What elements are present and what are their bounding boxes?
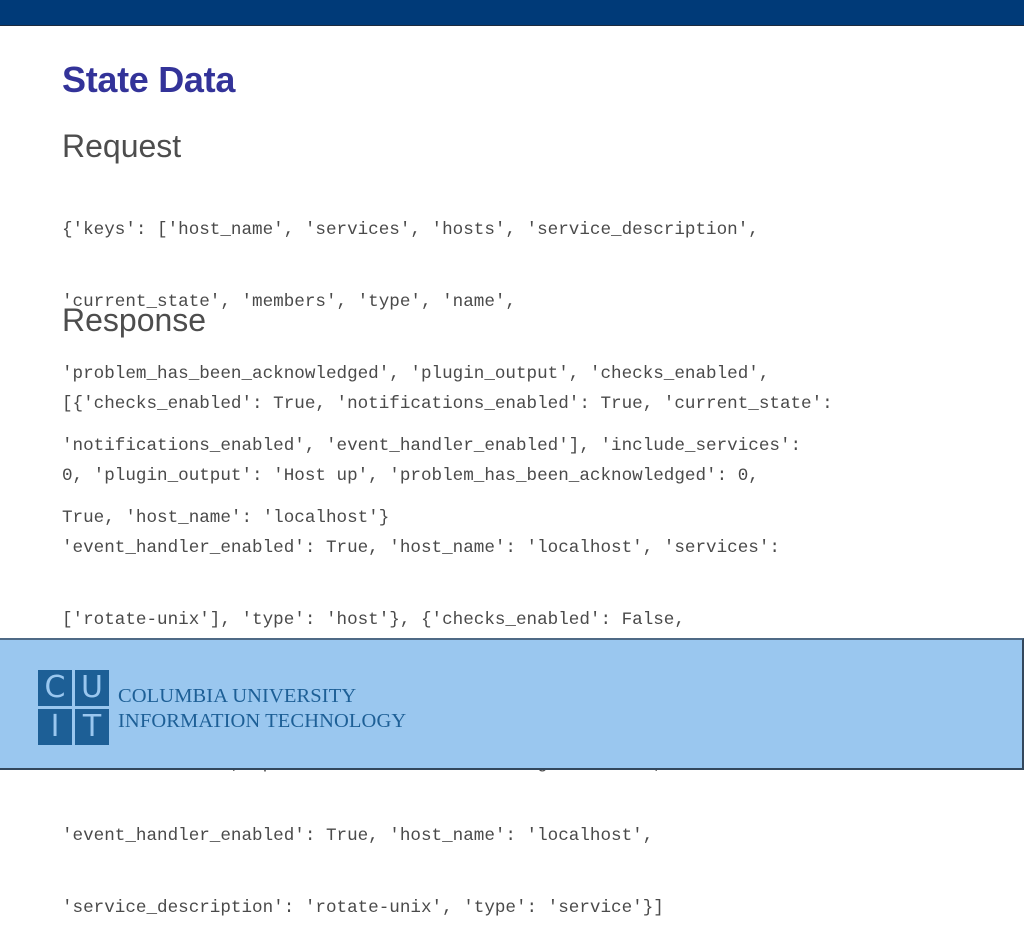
response-heading: Response (62, 302, 207, 338)
response-line: 0, 'plugin_output': 'Host up', 'problem_… (62, 466, 759, 486)
response-line: 'event_handler_enabled': True, 'host_nam… (62, 538, 780, 558)
slide-title: State Data (62, 59, 236, 100)
logo-letter: I (38, 709, 72, 745)
response-line: [{'checks_enabled': True, 'notifications… (62, 394, 833, 414)
org-name-line1: COLUMBIA UNIVERSITY (118, 685, 357, 707)
response-line: 'event_handler_enabled': True, 'host_nam… (62, 826, 654, 846)
logo-letter: U (75, 670, 109, 706)
logo-letter: C (38, 670, 72, 706)
top-bar (0, 0, 1024, 26)
response-line: ['rotate-unix'], 'type': 'host'}, {'chec… (62, 610, 685, 630)
request-heading: Request (62, 128, 182, 164)
logo-letter: T (75, 709, 109, 745)
footer-banner: C U I T COLUMBIA UNIVERSITY INFORMATION … (0, 638, 1024, 770)
cuit-logo: C U I T (38, 670, 110, 746)
org-name-line2: INFORMATION TECHNOLOGY (118, 710, 407, 732)
response-line: 'service_description': 'rotate-unix', 't… (62, 898, 664, 918)
org-name: COLUMBIA UNIVERSITY INFORMATION TECHNOLO… (118, 684, 406, 734)
request-line: {'keys': ['host_name', 'services', 'host… (62, 220, 759, 240)
